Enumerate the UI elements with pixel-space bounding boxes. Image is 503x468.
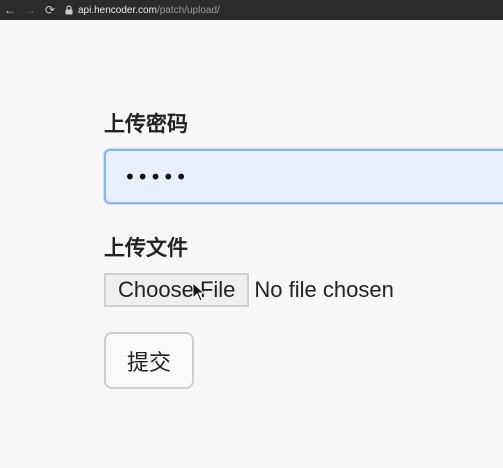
password-label: 上传密码 <box>104 112 188 136</box>
submit-button[interactable]: 提交 <box>104 332 194 389</box>
file-input[interactable]: Choose File No file chosen <box>104 273 394 307</box>
lock-icon <box>65 5 73 15</box>
browser-toolbar: ← → ⟳ api.hencoder.com/patch/upload/ <box>0 0 503 20</box>
file-label: 上传文件 <box>104 236 188 260</box>
url-path: /patch/upload/ <box>156 4 220 16</box>
address-bar[interactable]: api.hencoder.com/patch/upload/ <box>64 5 220 16</box>
page-content: 上传密码 ••••• 上传文件 Choose File No file chos… <box>0 20 503 468</box>
password-input[interactable]: ••••• <box>104 149 503 204</box>
choose-file-button[interactable]: Choose File <box>104 273 250 307</box>
forward-icon[interactable]: → <box>20 0 40 20</box>
mouse-cursor-icon <box>192 282 206 302</box>
url-host: api.hencoder.com <box>78 4 157 16</box>
reload-icon[interactable]: ⟳ <box>40 0 60 20</box>
back-icon[interactable]: ← <box>0 0 20 20</box>
file-status-text: No file chosen <box>254 277 394 302</box>
